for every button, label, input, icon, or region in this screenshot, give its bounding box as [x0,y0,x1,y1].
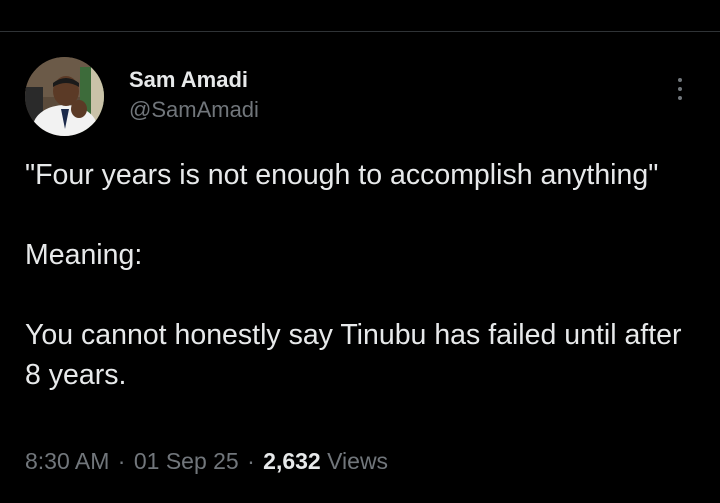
more-options-icon[interactable] [666,72,694,106]
tweet-line: "Four years is not enough to accomplish … [25,159,659,191]
views-count[interactable]: 2,632 [263,448,321,474]
avatar[interactable] [25,57,104,136]
meta-separator: · [117,448,126,474]
profile-photo-icon [25,57,104,136]
tweet-date[interactable]: 01 Sep 25 [134,448,239,474]
meta-separator: · [247,448,255,474]
tweet-time[interactable]: 8:30 AM [25,448,109,474]
author-display-name[interactable]: Sam Amadi [129,67,248,93]
more-dot [678,78,682,82]
tweet-text: "Four years is not enough to accomplish … [25,155,705,395]
author-handle[interactable]: @SamAmadi [129,97,259,123]
tweet-meta: 8:30 AM · 01 Sep 25 · 2,632 Views [25,448,388,475]
tweet-line: Meaning: [25,239,143,271]
more-dot [678,87,682,91]
top-divider [0,31,720,32]
views-label: Views [327,448,389,474]
tweet-line: You cannot honestly say Tinubu has faile… [25,319,682,391]
more-dot [678,96,682,100]
